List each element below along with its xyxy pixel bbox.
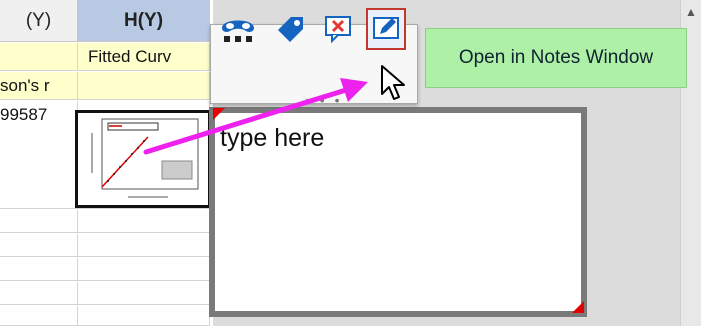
open-note-icon — [373, 17, 399, 39]
comment-cell-f[interactable]: son's r — [0, 72, 78, 100]
empty-cell[interactable] — [78, 282, 210, 305]
delete-note-button[interactable] — [318, 8, 358, 50]
empty-cell[interactable] — [0, 282, 78, 305]
empty-cell[interactable] — [0, 258, 78, 281]
long-name-cell-h[interactable]: Fitted Curv — [78, 43, 210, 71]
open-in-notes-tooltip: Open in Notes Window — [425, 28, 687, 88]
empty-cell[interactable] — [78, 234, 210, 257]
tag-icon — [278, 17, 303, 42]
open-in-notes-button[interactable] — [366, 8, 406, 50]
delete-note-icon — [325, 16, 351, 44]
mask-icon — [222, 20, 254, 42]
mask-button[interactable] — [218, 8, 258, 50]
annotation-arrow — [140, 72, 380, 167]
value-cell-f[interactable]: 99587 — [0, 101, 78, 209]
empty-cell[interactable] — [0, 306, 78, 326]
scroll-up-icon[interactable]: ▲ — [684, 6, 698, 18]
empty-cell[interactable] — [78, 306, 210, 326]
empty-cell[interactable] — [0, 210, 78, 233]
empty-cell[interactable] — [78, 258, 210, 281]
resize-corner-icon[interactable] — [572, 301, 584, 313]
empty-cell[interactable] — [78, 210, 210, 233]
tag-button[interactable] — [270, 8, 310, 50]
column-header-h[interactable]: H(Y) — [78, 0, 210, 42]
empty-cell[interactable] — [0, 234, 78, 257]
column-header-f[interactable]: (Y) — [0, 0, 78, 42]
mouse-cursor-icon — [380, 64, 408, 109]
long-name-cell-f[interactable] — [0, 43, 78, 71]
